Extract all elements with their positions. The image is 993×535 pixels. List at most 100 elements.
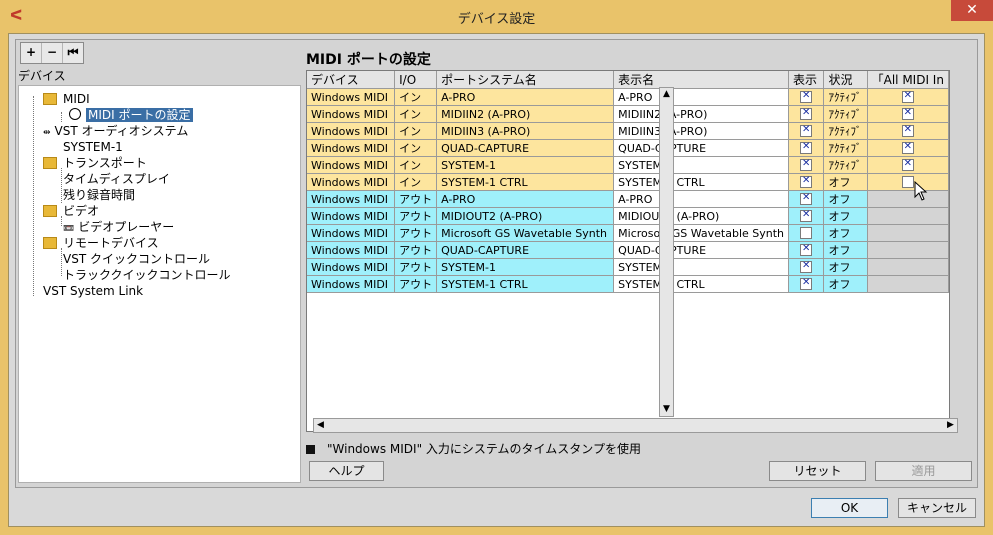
tree-item-video[interactable]: ビデオ [43,203,99,219]
cell-status: ｱｸﾃｨﾌﾞ [823,139,868,157]
cell-visible [788,105,825,123]
visible-checkbox[interactable] [800,260,813,273]
midi-port-table: デバイス I/O ポートシステム名 表示名 表示 状況 「All MIDI In… [306,70,950,432]
cell-port-system-name: MIDIIN3 (A-PRO) [436,122,615,140]
help-button[interactable]: ヘルプ [309,461,384,481]
cell-display-name[interactable]: A-PRO [613,190,790,208]
cancel-button[interactable]: キャンセル [898,498,976,518]
table-row[interactable]: Windows MIDIアウトQUAD-CAPTUREQUAD-CAPTUREオ… [307,241,949,259]
scroll-up-icon[interactable]: ▲ [660,88,673,101]
tree-item-vst-system-link[interactable]: VST System Link [43,283,143,299]
cell-io: アウト [394,190,438,208]
visible-checkbox[interactable] [800,175,813,188]
tree-item-record-time-remaining[interactable]: 残り録音時間 [63,187,135,203]
all-midi-in-checkbox[interactable] [901,124,914,137]
scroll-right-icon[interactable]: ▶ [944,419,957,432]
cell-device: Windows MIDI [307,241,396,259]
visible-checkbox[interactable] [800,124,813,137]
cell-port-system-name: MIDIOUT2 (A-PRO) [436,207,615,225]
table-row[interactable]: Windows MIDIアウトSYSTEM-1SYSTEM-1オフ [307,258,949,276]
reset-button[interactable]: リセット [769,461,866,481]
visible-checkbox[interactable] [800,107,813,120]
visible-checkbox[interactable] [800,226,813,239]
cell-visible [788,224,825,242]
tree-item-vst-quick-controls[interactable]: VST クイックコントロール [63,251,210,267]
all-midi-in-checkbox[interactable] [901,90,914,103]
cell-display-name[interactable]: QUAD-CAPTURE [613,139,790,157]
tree-item-video-player[interactable]: 📼 ビデオプレーヤー [63,219,174,235]
tree-item-transport[interactable]: トランスポート [43,155,147,171]
cell-display-name[interactable]: MIDIIN3 (A-PRO) [613,122,790,140]
cell-display-name[interactable]: SYSTEM-1 CTRL [613,173,790,191]
visible-checkbox[interactable] [800,90,813,103]
scroll-left-icon[interactable]: ◀ [314,419,327,432]
cell-status: オフ [823,224,868,242]
table-row[interactable]: Windows MIDI アウト SYSTEM-1 CTRL SYSTEM-1 CTR… [307,275,949,293]
cell-io: アウト [394,275,438,293]
tree-item-remote-devices[interactable]: リモートデバイス [43,235,159,251]
table-row[interactable]: Windows MIDI アウト MIDIOUT2 (A-PRO) MIDIOUT2 … [307,207,949,225]
column-header-display-name[interactable]: 表示名 [613,71,790,89]
timestamp-checkbox[interactable] [306,445,315,454]
close-button[interactable]: ✕ [951,0,993,21]
column-header-status[interactable]: 状況 [823,71,868,89]
tree-item-track-quick-controls[interactable]: トラッククイックコントロール [63,267,231,283]
column-header-port-system-name[interactable]: ポートシステム名 [436,71,615,89]
table-row[interactable]: Windows MIDI イン MIDIIN2 (A-PRO) MIDIIN2 (A-… [307,105,949,123]
reset-device-button[interactable]: ⏮ [63,43,83,63]
folder-icon [43,157,57,169]
visible-checkbox[interactable] [800,141,813,154]
tree-item-system-1[interactable]: SYSTEM-1 [63,139,123,155]
table-row[interactable]: Windows MIDIインQUAD-CAPTUREQUAD-CAPTUREｱｸ… [307,139,949,157]
table-row[interactable]: Windows MIDIインA-PROA-PROｱｸﾃｨﾌﾞ [307,88,949,106]
tree-item-midi-port-settings[interactable]: MIDI ポートの設定 [69,107,193,123]
column-header-io[interactable]: I/O [394,71,438,89]
visible-checkbox[interactable] [800,158,813,171]
device-tree[interactable]: MIDI MIDI ポートの設定 ⇹ VST オーディオシステム SYSTEM-1… [18,85,301,483]
visible-checkbox[interactable] [800,209,813,222]
table-row[interactable]: Windows MIDI イン SYSTEM-1 CTRL SYSTEM-1 CTRL… [307,173,949,191]
all-midi-in-checkbox[interactable] [901,107,914,120]
cell-visible [788,241,825,259]
cell-display-name[interactable]: SYSTEM-1 [613,258,790,276]
tree-item-vst-audio-system[interactable]: ⇹ VST オーディオシステム [43,123,188,139]
table-row[interactable]: Windows MIDIインSYSTEM-1SYSTEM-1ｱｸﾃｨﾌﾞ [307,156,949,174]
horizontal-scrollbar[interactable]: ◀ ▶ [313,418,958,433]
vertical-scrollbar[interactable]: ▲ ▼ [659,87,674,417]
cell-display-name[interactable]: MIDIIN2 (A-PRO) [613,105,790,123]
cell-io: アウト [394,258,438,276]
add-button[interactable]: + [21,43,42,63]
cell-display-name[interactable]: QUAD-CAPTURE [613,241,790,259]
cell-display-name[interactable]: MIDIOUT2 (A-PRO) [613,207,790,225]
column-header-visible[interactable]: 表示 [788,71,825,89]
visible-checkbox[interactable] [800,192,813,205]
cell-display-name[interactable]: SYSTEM-1 [613,156,790,174]
scroll-down-icon[interactable]: ▼ [660,403,673,416]
ok-button[interactable]: OK [811,498,888,518]
visible-checkbox[interactable] [800,243,813,256]
tree-item-time-display[interactable]: タイムディスプレイ [63,171,170,187]
cell-port-system-name: QUAD-CAPTURE [436,241,615,259]
cell-display-name[interactable]: Microsoft GS Wavetable Synth [613,224,790,242]
tree-guide [33,96,34,296]
table-row[interactable]: Windows MIDI イン MIDIIN3 (A-PRO) MIDIIN3 (A-… [307,122,949,140]
cell-io: アウト [394,241,438,259]
column-header-device[interactable]: デバイス [307,71,396,89]
cell-device: Windows MIDI [307,88,396,106]
column-header-all-midi-in[interactable]: 「All MIDI In [867,71,949,89]
tree-item-midi[interactable]: MIDI [43,91,90,107]
table-row[interactable]: Windows MIDIアウトA-PROA-PROオフ [307,190,949,208]
all-midi-in-checkbox[interactable] [901,141,914,154]
cell-display-name[interactable]: SYSTEM-1 CTRL [613,275,790,293]
remove-button[interactable]: − [42,43,63,63]
cell-device: Windows MIDI [307,139,396,157]
timestamp-option[interactable]: "Windows MIDI" 入力にシステムのタイムスタンプを使用 [306,441,641,457]
apply-button[interactable]: 適用 [875,461,972,481]
cell-port-system-name: QUAD-CAPTURE [436,139,615,157]
all-midi-in-checkbox[interactable] [901,175,914,188]
visible-checkbox[interactable] [800,277,813,290]
table-row[interactable]: Windows MIDI アウト Microsoft GS Wavetable Sy… [307,224,949,242]
cell-visible [788,122,825,140]
cell-display-name[interactable]: A-PRO [613,88,790,106]
all-midi-in-checkbox[interactable] [901,158,914,171]
